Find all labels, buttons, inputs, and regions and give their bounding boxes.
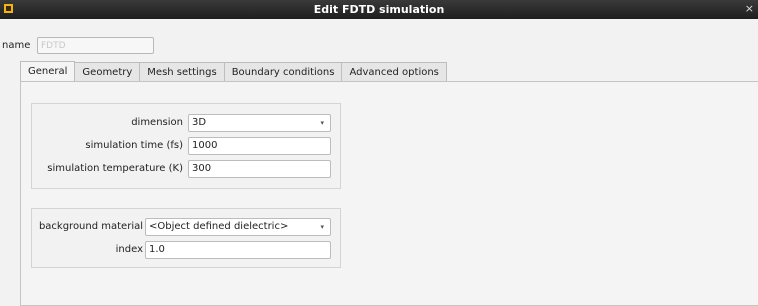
tab-mesh-settings[interactable]: Mesh settings bbox=[140, 62, 225, 82]
simulation-temperature-input[interactable]: 300 bbox=[188, 160, 331, 178]
background-material-select[interactable]: <Object defined dielectric> ▾ bbox=[145, 218, 331, 236]
name-field[interactable]: FDTD bbox=[37, 37, 154, 54]
tab-geometry[interactable]: Geometry bbox=[75, 62, 141, 82]
index-input[interactable]: 1.0 bbox=[145, 241, 331, 259]
simulation-time-label: simulation time (fs) bbox=[85, 140, 183, 151]
simulation-settings-group: dimension 3D ▾ simulation time (fs) 1000… bbox=[31, 103, 341, 189]
simulation-time-input[interactable]: 1000 bbox=[188, 137, 331, 155]
simulation-time-row: simulation time (fs) 1000 bbox=[32, 137, 340, 155]
index-row: index 1.0 bbox=[32, 241, 340, 259]
general-tab-panel: dimension 3D ▾ simulation time (fs) 1000… bbox=[20, 81, 758, 306]
dimension-select[interactable]: 3D ▾ bbox=[188, 114, 331, 132]
name-label: name bbox=[2, 40, 31, 51]
window-titlebar: Edit FDTD simulation × bbox=[0, 0, 758, 19]
dimension-row: dimension 3D ▾ bbox=[32, 114, 340, 132]
dimension-label: dimension bbox=[131, 117, 183, 128]
chevron-down-icon: ▾ bbox=[320, 223, 324, 231]
background-material-group: background material <Object defined diel… bbox=[31, 208, 341, 268]
chevron-down-icon: ▾ bbox=[320, 119, 324, 127]
tab-advanced-options[interactable]: Advanced options bbox=[342, 62, 447, 82]
background-material-value: <Object defined dielectric> bbox=[149, 221, 289, 232]
index-label: index bbox=[115, 244, 143, 255]
simulation-temperature-label: simulation temperature (K) bbox=[47, 163, 183, 174]
tab-bar: General Geometry Mesh settings Boundary … bbox=[20, 61, 447, 82]
background-material-row: background material <Object defined diel… bbox=[32, 218, 340, 236]
tab-boundary-conditions[interactable]: Boundary conditions bbox=[224, 62, 343, 82]
dimension-value: 3D bbox=[192, 117, 207, 128]
close-icon[interactable]: × bbox=[745, 2, 754, 15]
window-title: Edit FDTD simulation bbox=[313, 3, 445, 16]
tab-general[interactable]: General bbox=[20, 61, 76, 82]
simulation-temperature-row: simulation temperature (K) 300 bbox=[32, 160, 340, 178]
background-material-label: background material bbox=[38, 221, 143, 232]
